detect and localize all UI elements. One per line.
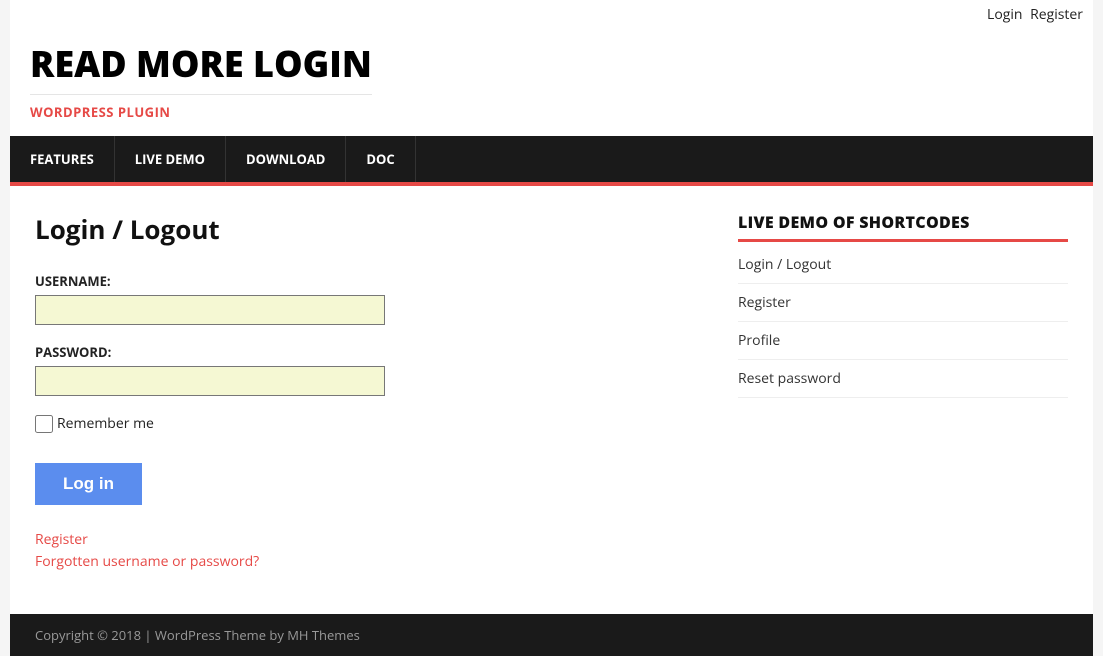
username-label: USERNAME: <box>35 272 708 290</box>
password-label: PASSWORD: <box>35 343 708 361</box>
header: READ MORE LOGIN WORDPRESS PLUGIN <box>10 29 1093 136</box>
nav-live-demo[interactable]: LIVE DEMO <box>115 136 225 182</box>
sidebar-item-profile[interactable]: Profile <box>738 322 1068 359</box>
widget-list: Login / Logout Register Profile Reset pa… <box>738 246 1068 398</box>
tagline: WORDPRESS PLUGIN <box>30 103 1073 121</box>
main-nav: FEATURES LIVE DEMO DOWNLOAD DOC <box>10 136 1093 186</box>
nav-doc[interactable]: DOC <box>346 136 414 182</box>
top-bar: Login Register <box>10 0 1093 29</box>
footer-text: Copyright © 2018 | WordPress Theme by MH… <box>35 626 360 644</box>
topbar-register-link[interactable]: Register <box>1030 5 1083 24</box>
forgot-link[interactable]: Forgotten username or password? <box>35 552 708 571</box>
login-button[interactable]: Log in <box>35 463 142 505</box>
topbar-login-link[interactable]: Login <box>987 5 1022 24</box>
sidebar-item-reset-password[interactable]: Reset password <box>738 360 1068 397</box>
widget-title: LIVE DEMO OF SHORTCODES <box>738 211 1068 242</box>
nav-features[interactable]: FEATURES <box>10 136 114 182</box>
sidebar: LIVE DEMO OF SHORTCODES Login / Logout R… <box>738 211 1068 398</box>
username-input[interactable] <box>35 295 385 325</box>
main-content: Login / Logout USERNAME: PASSWORD: Remem… <box>35 211 708 574</box>
password-input[interactable] <box>35 366 385 396</box>
remember-checkbox[interactable] <box>35 415 53 433</box>
site-title: READ MORE LOGIN <box>30 39 372 95</box>
page-title: Login / Logout <box>35 211 708 247</box>
sidebar-item-register[interactable]: Register <box>738 284 1068 321</box>
footer: Copyright © 2018 | WordPress Theme by MH… <box>10 614 1093 656</box>
remember-label: Remember me <box>57 414 154 433</box>
sidebar-item-login-logout[interactable]: Login / Logout <box>738 246 1068 283</box>
nav-download[interactable]: DOWNLOAD <box>226 136 345 182</box>
register-link[interactable]: Register <box>35 530 708 549</box>
